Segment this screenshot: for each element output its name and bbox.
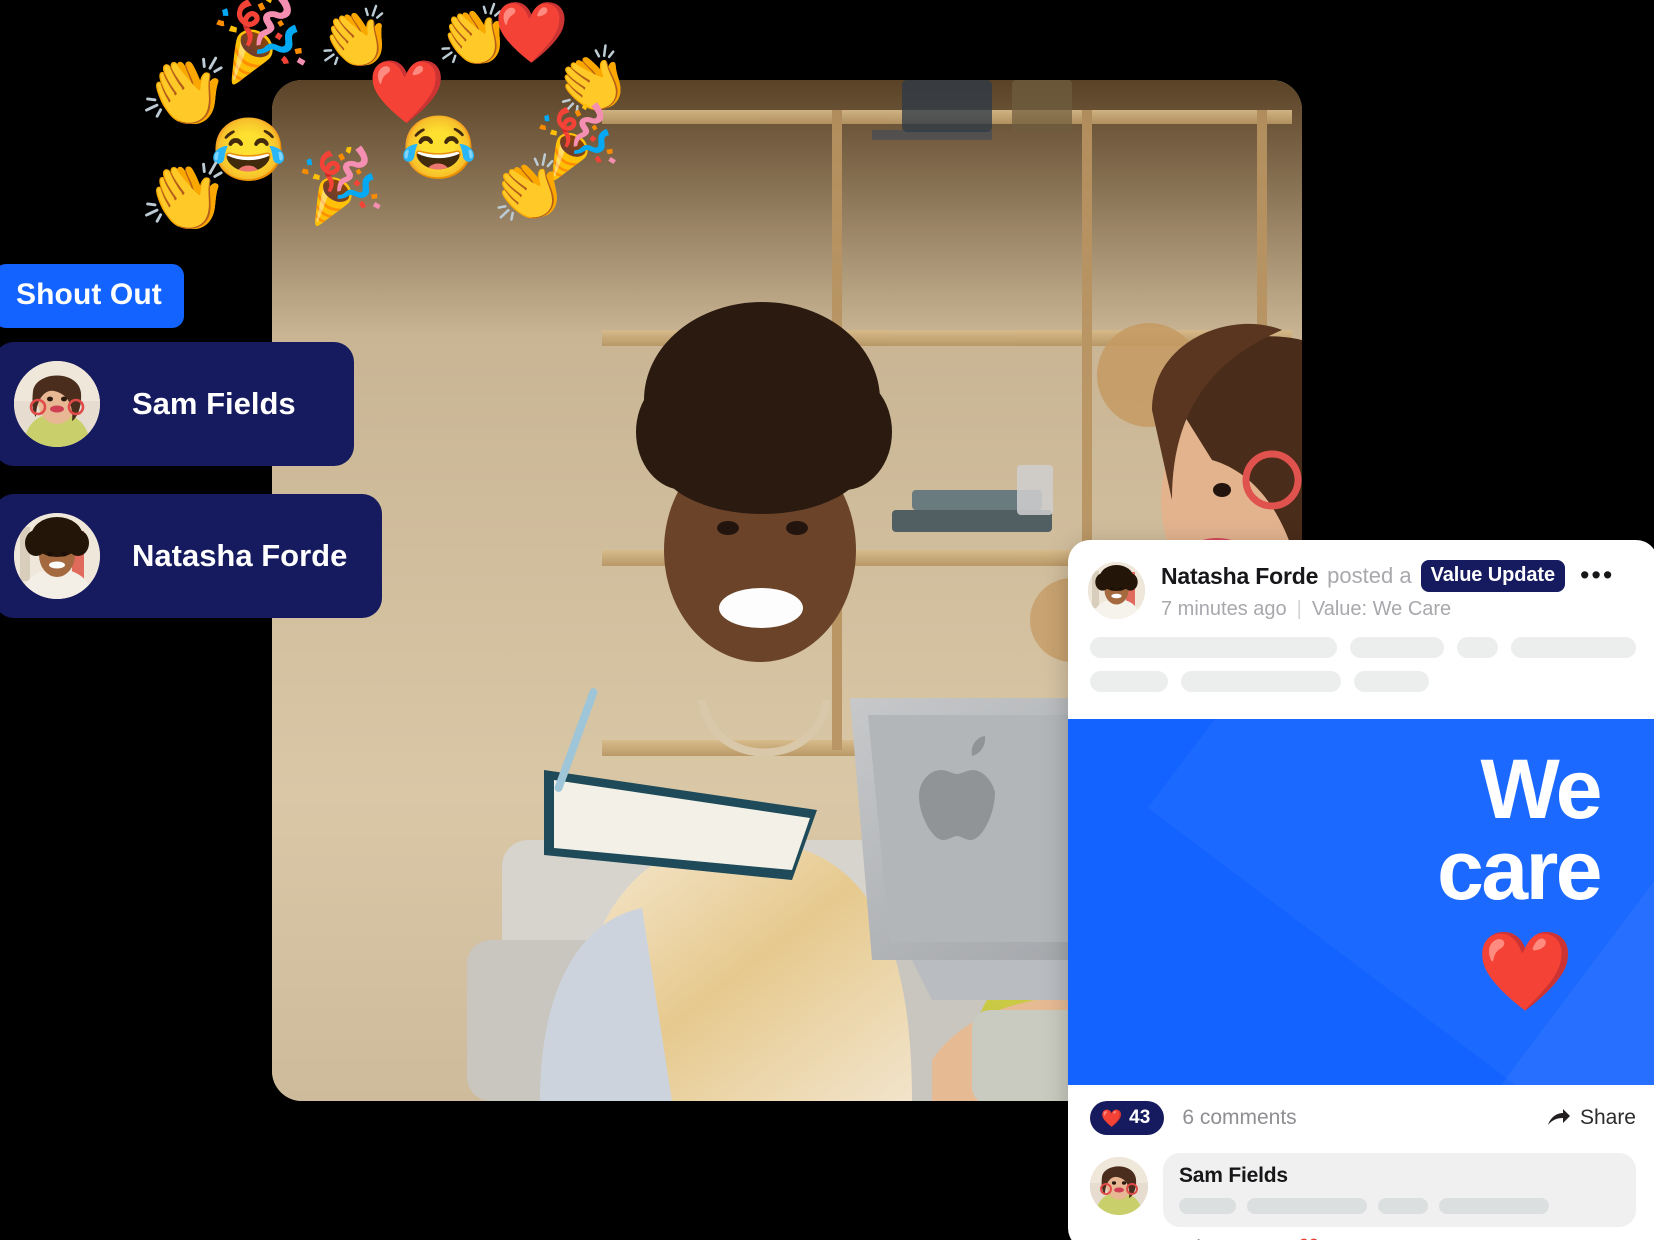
reaction-count: 43 [1129, 1107, 1151, 1128]
heart-icon: ❤️ [1101, 1108, 1123, 1128]
value-banner: We care ❤️ [1068, 719, 1654, 1085]
placeholder-bar [1439, 1198, 1549, 1214]
placeholder-row [1090, 637, 1636, 658]
comments-count-link[interactable]: 6 comments [1182, 1106, 1296, 1130]
placeholder-row [1090, 671, 1636, 692]
meta-separator: | [1296, 598, 1302, 620]
comment-item: Sam Fields 2 minutes ago ❤️ 16 [1068, 1147, 1654, 1240]
share-arrow-icon [1547, 1108, 1571, 1128]
shout-out-label: Shout Out [0, 264, 184, 328]
post-value-label: Value: We Care [1311, 598, 1452, 620]
placeholder-bar [1456, 637, 1498, 658]
sam-fields-avatar [14, 361, 100, 447]
post-card: Natasha Forde posted a Value Update ••• … [1068, 540, 1654, 1240]
placeholder-bar [1090, 671, 1168, 692]
placeholder-bar [1378, 1198, 1428, 1214]
placeholder-bar [1090, 637, 1337, 658]
post-meta: 7 minutes ago | Value: We Care [1161, 598, 1638, 621]
person-name: Sam Fields [132, 386, 296, 421]
avatar-illustration [1090, 1157, 1148, 1215]
reactions-bar: ❤️ 43 6 comments Share [1068, 1085, 1654, 1147]
share-label: Share [1579, 1106, 1636, 1129]
heart-reaction-chip[interactable]: ❤️ 43 [1090, 1101, 1165, 1135]
clapping-hands-emoji: 👏 [485, 150, 572, 231]
share-button[interactable]: Share [1547, 1106, 1636, 1130]
post-header-line: Natasha Forde posted a Value Update ••• [1161, 560, 1638, 592]
avatar-illustration [14, 361, 100, 447]
post-header: Natasha Forde posted a Value Update ••• … [1068, 540, 1654, 621]
natasha-forde-avatar [14, 513, 100, 599]
value-banner-line-1: We [1480, 742, 1603, 836]
comment-placeholder-row [1179, 1198, 1620, 1214]
comment-bubble: Sam Fields [1163, 1153, 1636, 1227]
value-update-badge[interactable]: Value Update [1420, 560, 1565, 592]
face-with-tears-of-joy-emoji: 😂 [400, 114, 478, 183]
post-body-placeholder [1068, 621, 1654, 719]
person-name: Natasha Forde [132, 538, 348, 573]
placeholder-bar [1510, 637, 1636, 658]
post-timestamp: 7 minutes ago [1161, 598, 1287, 620]
avatar-illustration [1088, 562, 1145, 619]
value-banner-line-2: care [1437, 822, 1602, 917]
person-pill-sam-fields[interactable]: Sam Fields [0, 342, 354, 466]
placeholder-bar [1179, 1198, 1236, 1214]
clapping-hands-emoji: 👏 [135, 149, 236, 241]
person-pill-natasha-forde[interactable]: Natasha Forde [0, 494, 382, 618]
screenshot-stage: 🎉 👏 👏 ❤️ 👏 👏 ❤️ 😂 😂 🎉 🎉 👏 👏 Shout Out Sam Fields [0, 0, 1654, 1240]
placeholder-bar [1354, 671, 1429, 692]
post-author-name: Natasha Forde [1161, 562, 1319, 589]
post-author-avatar[interactable] [1088, 562, 1145, 619]
party-popper-emoji: 🎉 [292, 139, 388, 229]
value-banner-heart-icon: ❤️ [1476, 927, 1574, 1016]
comment-author-avatar[interactable] [1090, 1157, 1148, 1215]
placeholder-bar [1247, 1198, 1367, 1214]
avatar-illustration [14, 513, 100, 599]
post-action-text: posted a [1327, 563, 1412, 588]
comment-author-name: Sam Fields [1179, 1164, 1288, 1187]
placeholder-bar [1349, 637, 1444, 658]
more-options-icon[interactable]: ••• [1580, 562, 1614, 589]
placeholder-bar [1181, 671, 1341, 692]
